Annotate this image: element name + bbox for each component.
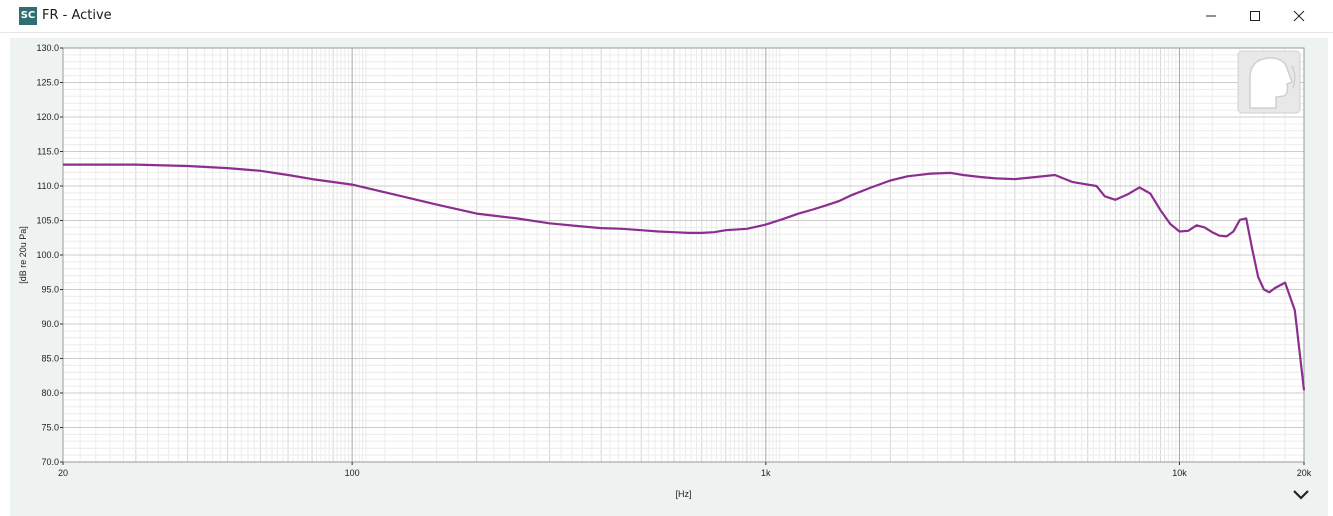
title-bar: SC FR - Active	[0, 0, 1333, 33]
app-window: SC FR - Active 70.0 75.0 80.0 85.0 90.0 95.0 1…	[0, 0, 1333, 516]
y-tick-label: 125.0	[36, 78, 59, 88]
app-logo-icon: SC	[19, 7, 37, 25]
y-tick-label: 105.0	[36, 216, 59, 226]
chevron-down-icon[interactable]	[1293, 490, 1309, 500]
y-tick-label: 90.0	[41, 319, 59, 329]
close-button[interactable]	[1276, 0, 1320, 32]
head-logo-icon	[1237, 50, 1301, 114]
x-tick-label: 1k	[761, 468, 771, 478]
x-axis-label: [Hz]	[675, 489, 691, 499]
chart-panel: 70.0 75.0 80.0 85.0 90.0 95.0 100.0 105.0 110.0 1…	[10, 38, 1328, 516]
y-tick-label: 110.0	[37, 181, 59, 191]
x-tick-label: 10k	[1172, 468, 1187, 478]
y-tick-label: 100.0	[36, 250, 59, 260]
minimize-button[interactable]	[1188, 0, 1232, 32]
y-tick-label: 95.0	[41, 285, 59, 295]
y-tick-label: 115.0	[37, 147, 59, 157]
maximize-button[interactable]	[1232, 0, 1276, 32]
x-axis: 20 100 1k 10k 20k	[58, 462, 1312, 478]
x-tick-label: 100	[345, 468, 360, 478]
window-title: FR - Active	[42, 8, 112, 23]
y-tick-label: 130.0	[36, 43, 59, 53]
y-axis: 70.0 75.0 80.0 85.0 90.0 95.0 100.0 105.0 110.0 1…	[36, 43, 63, 467]
maximize-icon	[1250, 11, 1260, 21]
x-tick-label: 20k	[1297, 468, 1312, 478]
y-axis-label: [dB re 20u Pa]	[18, 226, 28, 284]
y-tick-label: 70.0	[41, 457, 59, 467]
minimize-icon	[1206, 15, 1216, 17]
frequency-response-chart[interactable]: 70.0 75.0 80.0 85.0 90.0 95.0 100.0 105.0 110.0 1…	[10, 38, 1328, 516]
y-tick-label: 85.0	[41, 354, 59, 364]
y-tick-label: 80.0	[41, 388, 59, 398]
x-tick-label: 20	[58, 468, 68, 478]
y-tick-label: 75.0	[41, 423, 59, 433]
close-icon	[1293, 10, 1305, 22]
y-tick-label: 120.0	[36, 112, 59, 122]
